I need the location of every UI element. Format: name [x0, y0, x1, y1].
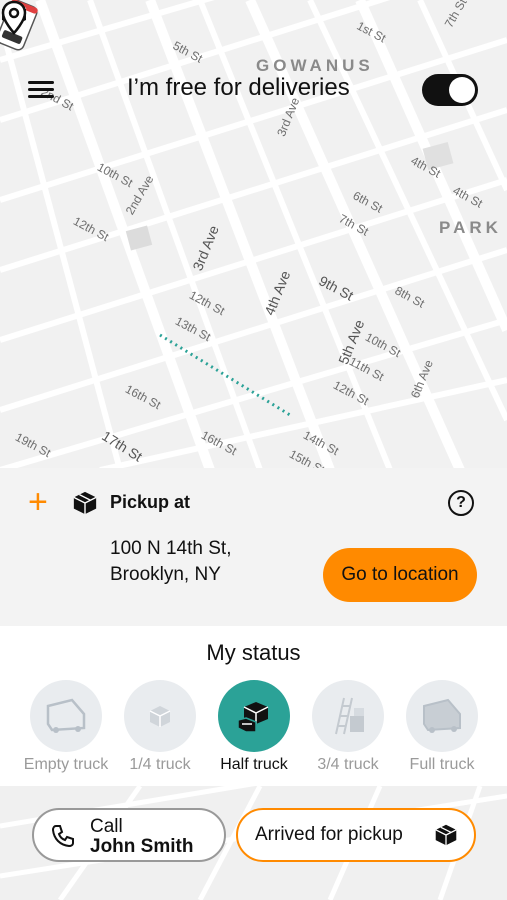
add-icon[interactable]: +	[28, 485, 48, 519]
status-option-quarter-truck[interactable]: 1/4 truck	[110, 680, 210, 774]
quarter-box-icon	[149, 706, 171, 727]
toggle-knob	[449, 77, 475, 103]
status-circle	[124, 680, 196, 752]
map-streets	[0, 0, 507, 470]
destination-pin-icon[interactable]	[0, 0, 28, 36]
pickup-address-line1: 100 N 14th St,	[110, 538, 232, 559]
half-boxes-icon	[237, 702, 269, 733]
help-icon[interactable]: ?	[448, 490, 474, 516]
status-option-full-truck[interactable]: Full truck	[392, 680, 492, 774]
call-contact-button[interactable]: Call John Smith	[32, 808, 226, 862]
package-icon	[73, 491, 97, 515]
package-icon	[435, 824, 457, 846]
arrived-for-pickup-button[interactable]: Arrived for pickup	[236, 808, 476, 862]
page-title: I’m free for deliveries	[127, 74, 350, 101]
pickup-address-line2: Brooklyn, NY	[110, 564, 221, 585]
available-toggle[interactable]	[422, 74, 478, 106]
status-circle	[406, 680, 478, 752]
menu-icon[interactable]	[28, 79, 56, 101]
call-label: Call	[90, 816, 123, 837]
status-label: Full truck	[409, 756, 475, 773]
area-label-park: PARK	[439, 218, 502, 237]
map-view[interactable]: GOWANUS PARK 5th St 1st St 2nd St 3rd Av…	[0, 0, 507, 470]
status-label: 3/4 truck	[317, 756, 379, 773]
ladder-boxes-icon	[335, 697, 364, 735]
status-option-empty-truck[interactable]: Empty truck	[16, 680, 116, 774]
full-truck-icon	[423, 698, 461, 733]
status-option-half-truck[interactable]: Half truck	[204, 680, 304, 774]
arrived-label: Arrived for pickup	[255, 824, 403, 845]
status-circle	[218, 680, 290, 752]
status-option-three-quarter-truck[interactable]: 3/4 truck	[298, 680, 398, 774]
phone-icon	[51, 825, 74, 848]
go-to-location-button[interactable]: Go to location	[323, 548, 477, 602]
status-circle	[312, 680, 384, 752]
status-label: 1/4 truck	[129, 756, 191, 773]
status-label: Half truck	[220, 756, 288, 773]
contact-name: John Smith	[90, 836, 194, 857]
area-label-gowanus: GOWANUS	[256, 56, 374, 75]
status-label: Empty truck	[23, 756, 109, 773]
status-title: My status	[206, 640, 301, 665]
pickup-label: Pickup at	[110, 492, 191, 512]
empty-truck-icon	[46, 698, 86, 733]
status-circle	[30, 680, 102, 752]
